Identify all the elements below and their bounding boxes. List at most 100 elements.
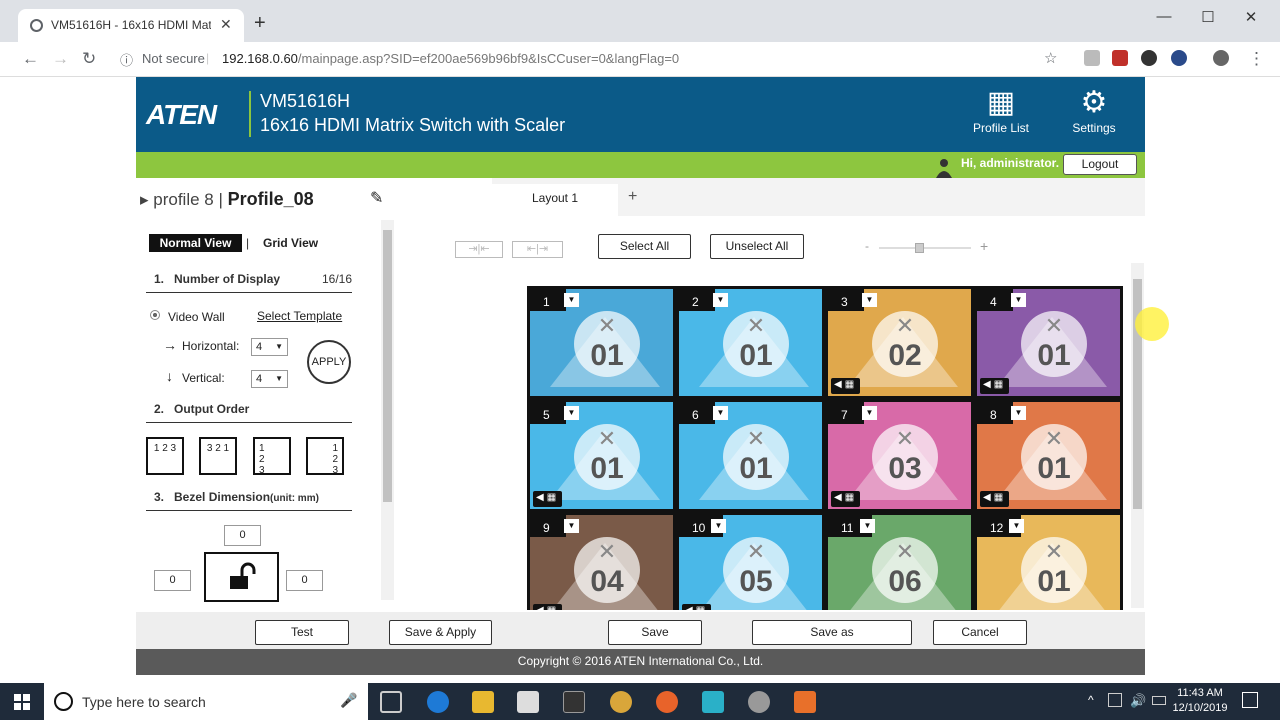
profile-list-button[interactable]: ▦ Profile List (961, 85, 1041, 135)
menu-kebab-icon[interactable]: ⋮ (1248, 49, 1265, 69)
save-apply-button[interactable]: Save & Apply (389, 620, 492, 645)
close-icon[interactable]: ✕ (872, 540, 938, 564)
order-left-to-right[interactable]: 1 2 3 (146, 437, 184, 475)
output-cell-8[interactable]: ✕ 01 8 ▼ ◀▦ (977, 402, 1120, 509)
output-cell-10[interactable]: ✕0510▼◀▦ (679, 515, 822, 610)
presentation-app-icon[interactable] (794, 691, 816, 713)
network-app-icon[interactable] (748, 691, 770, 713)
grid-view-toggle[interactable]: Grid View (263, 236, 318, 250)
edge-icon[interactable] (427, 691, 449, 713)
forward-icon[interactable]: → (52, 49, 69, 69)
output-dropdown-icon[interactable]: ▼ (713, 406, 728, 420)
merge-icon[interactable]: ⇥|⇤ (455, 241, 503, 258)
vpn-extension-icon[interactable] (1171, 50, 1187, 66)
settings-button[interactable]: ⚙ Settings (1054, 85, 1134, 135)
extension-icon[interactable] (1084, 50, 1100, 66)
close-icon[interactable]: ✕ (872, 314, 938, 338)
output-cell-12[interactable]: ✕ 01 12 ▼ (977, 515, 1120, 610)
audio-video-icon[interactable]: ◀▦ (831, 491, 861, 507)
battery-icon[interactable] (1152, 696, 1166, 705)
app-icon[interactable] (702, 691, 724, 713)
audio-video-icon[interactable]: ◀▦ (533, 491, 563, 507)
output-dropdown-icon[interactable]: ▼ (564, 519, 579, 533)
firefox-icon[interactable] (656, 691, 678, 713)
normal-view-toggle[interactable]: Normal View (149, 234, 242, 252)
chrome-icon[interactable] (610, 691, 632, 713)
close-icon[interactable]: ✕ (1021, 540, 1087, 564)
clock[interactable]: 11:43 AM 12/10/2019 (1172, 686, 1228, 716)
scrollbar-thumb[interactable] (383, 230, 392, 502)
close-icon[interactable]: ✕ (1021, 314, 1087, 338)
store-icon[interactable] (517, 691, 539, 713)
output-cell-3[interactable]: ✕ 02 3 ▼ ◀▦ (828, 289, 971, 396)
panel-scrollbar[interactable] (381, 220, 394, 600)
output-dropdown-icon[interactable]: ▼ (1011, 293, 1026, 307)
zoom-slider[interactable] (879, 247, 971, 249)
add-layout-button[interactable]: + (628, 188, 637, 206)
microphone-icon[interactable]: 🎤 (340, 692, 357, 709)
bezel-top-input[interactable]: 0 (224, 525, 261, 546)
maximize-button[interactable]: ☐ (1198, 8, 1218, 26)
audio-video-icon[interactable]: ◀▦ (980, 378, 1010, 394)
task-view-icon[interactable] (380, 691, 402, 713)
new-tab-button[interactable]: + (254, 12, 266, 35)
close-icon[interactable]: ✕ (723, 540, 789, 564)
zoom-in-button[interactable]: + (980, 238, 988, 254)
select-template-link[interactable]: Select Template (257, 309, 342, 323)
output-dropdown-icon[interactable]: ▼ (564, 406, 579, 420)
close-icon[interactable]: ✕ (723, 427, 789, 451)
audio-video-icon[interactable]: ◀▦ (682, 604, 712, 610)
browser-tab[interactable]: VM51616H - 16x16 HDMI Matrix ✕ (18, 9, 244, 42)
output-dropdown-icon[interactable]: ▼ (862, 406, 877, 420)
minimize-button[interactable]: — (1154, 8, 1174, 25)
account-icon[interactable] (1213, 50, 1229, 66)
output-dropdown-icon[interactable]: ▼ (564, 293, 579, 307)
order-top-to-bottom-right[interactable]: 1 2 3 (306, 437, 344, 476)
volume-icon[interactable]: 🔊 (1130, 693, 1146, 709)
tab-layout-1[interactable]: Layout 1 (492, 184, 618, 216)
pdf-extension-icon[interactable] (1112, 50, 1128, 66)
save-button[interactable]: Save (608, 620, 702, 645)
close-tab-icon[interactable]: ✕ (220, 16, 232, 33)
output-cell-9[interactable]: ✕04 9▼ ◀▦ (530, 515, 673, 610)
info-icon[interactable]: ⓘ (120, 50, 133, 69)
select-all-button[interactable]: Select All (598, 234, 691, 259)
output-cell-5[interactable]: ✕ 01 5 ▼ ◀▦ (530, 402, 673, 509)
reload-icon[interactable]: ↻ (82, 49, 96, 69)
output-cell-2[interactable]: ✕ 01 2 ▼ (679, 289, 822, 396)
network-icon[interactable] (1108, 693, 1122, 707)
bezel-left-input[interactable]: 0 (154, 570, 191, 591)
video-wall-radio[interactable] (150, 310, 160, 320)
output-dropdown-icon[interactable]: ▼ (713, 293, 728, 307)
close-icon[interactable]: ✕ (1021, 427, 1087, 451)
audio-video-icon[interactable]: ◀▦ (980, 491, 1010, 507)
output-cell-6[interactable]: ✕ 01 6 ▼ (679, 402, 822, 509)
windows-start-icon[interactable] (14, 694, 30, 710)
horizontal-select[interactable]: 4 ▼ (251, 338, 288, 356)
taskbar-search[interactable]: Type here to search 🎤 (44, 683, 368, 720)
logout-button[interactable]: Logout (1063, 154, 1137, 175)
zoom-out-button[interactable]: - (865, 239, 869, 253)
order-top-to-bottom[interactable]: 1 2 3 (253, 437, 291, 476)
output-dropdown-icon[interactable]: ▼ (1009, 519, 1024, 533)
output-dropdown-icon[interactable]: ▼ (860, 519, 875, 533)
output-cell-1[interactable]: ✕ 01 1 ▼ (530, 289, 673, 396)
notifications-icon[interactable] (1242, 692, 1258, 708)
bezel-lock[interactable] (204, 552, 279, 602)
address-bar[interactable]: ⓘ Not secure | 192.168.0.60/mainpage.asp… (110, 47, 1070, 71)
back-icon[interactable]: ← (22, 49, 39, 69)
output-cell-7[interactable]: ✕ 03 7 ▼ ◀▦ (828, 402, 971, 509)
output-dropdown-icon[interactable]: ▼ (862, 293, 877, 307)
vertical-select[interactable]: 4 ▼ (251, 370, 288, 388)
output-dropdown-icon[interactable]: ▼ (1011, 406, 1026, 420)
zoom-slider-handle[interactable] (915, 243, 924, 253)
save-as-button[interactable]: Save as (752, 620, 912, 645)
close-icon[interactable]: ✕ (574, 427, 640, 451)
unselect-all-button[interactable]: Unselect All (710, 234, 804, 259)
bookmark-star-icon[interactable]: ☆ (1044, 49, 1057, 67)
terminal-icon[interactable] (563, 691, 585, 713)
close-window-button[interactable]: ✕ (1241, 8, 1261, 26)
output-dropdown-icon[interactable]: ▼ (711, 519, 726, 533)
tray-chevron-icon[interactable]: ^ (1088, 693, 1094, 707)
bezel-right-input[interactable]: 0 (286, 570, 323, 591)
